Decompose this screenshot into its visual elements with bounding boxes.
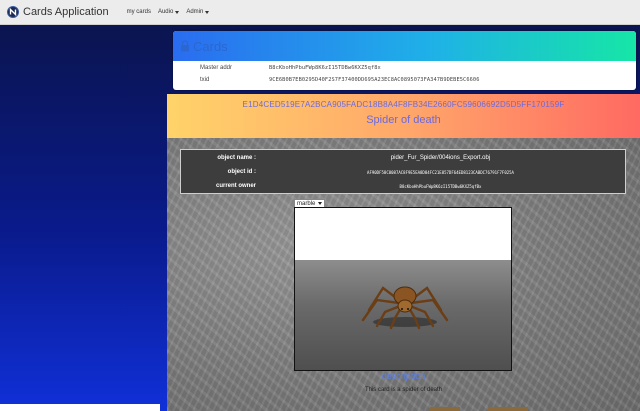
description-text: This card is a spider of death bbox=[364, 387, 443, 393]
lock-icon bbox=[181, 40, 189, 52]
master-addr-value: B8cKboHhPbuFWp8K6zI15TDBw6KXZ5qf8x bbox=[269, 65, 381, 71]
object-info-table: object name : pider_Fur_Spider/004ions_E… bbox=[180, 149, 626, 194]
3d-viewer[interactable] bbox=[294, 207, 512, 371]
description-title: description bbox=[381, 371, 426, 381]
txid-value: 9CE6B0B7EB0295D40F2S7F37400DD695A23EC8AC… bbox=[269, 77, 480, 83]
object-id-value: AF90DF58C8087AC8F9E5EA8D84FC21E857DF64ED… bbox=[367, 169, 514, 175]
chevron-down-icon bbox=[175, 10, 180, 14]
cards-header: Cards bbox=[173, 31, 636, 61]
owner-value: B8cKboHhPbuFWp8K6zI15TDBw6KXZ5qfBx bbox=[399, 183, 482, 189]
brand-title: Cards Application bbox=[23, 6, 109, 18]
nav-admin-label: Admin bbox=[186, 9, 204, 15]
txid-label: txid bbox=[200, 77, 210, 83]
object-id-row: object id : AF90DF58C8087AC8F9E5EA8D84FC… bbox=[181, 166, 625, 178]
owner-row: current owner B8cKboHhPbuFWp8K6zI15TDBw6… bbox=[181, 180, 625, 192]
card-panel: E1D4CED519E7A2BCA905FADC18B8A4F8FB34E266… bbox=[167, 94, 640, 411]
nav-audio-dropdown[interactable]: Audio bbox=[157, 9, 180, 15]
txid-row: txid 9CE6B0B7EB0295D40F2S7F37400DD695A23… bbox=[173, 75, 636, 85]
master-addr-row: Master addr B8cKboHhPbuFWp8K6zI15TDBw6KX… bbox=[173, 63, 636, 73]
next-card-thumbnail[interactable] bbox=[488, 407, 528, 411]
card-header: E1D4CED519E7A2BCA905FADC18B8A4F8FB34E266… bbox=[167, 94, 640, 138]
card-hash: E1D4CED519E7A2BCA905FADC18B8A4F8FB34E266… bbox=[242, 100, 565, 109]
chevron-down-icon bbox=[318, 202, 323, 205]
nav-my-cards[interactable]: my cards bbox=[127, 9, 151, 15]
chevron-down-icon bbox=[205, 10, 210, 14]
object-id-label: object id : bbox=[227, 169, 256, 175]
next-card-thumbnail[interactable] bbox=[430, 407, 460, 411]
nav-my-cards-label: my cards bbox=[126, 9, 151, 15]
object-name-value: pider_Fur_Spider/004ions_Export.obj bbox=[390, 155, 491, 161]
footer-bar bbox=[0, 404, 160, 411]
brand[interactable]: Cards Application bbox=[7, 6, 127, 18]
master-addr-label: Master addr bbox=[200, 65, 233, 71]
card-body: object name : pider_Fur_Spider/004ions_E… bbox=[167, 138, 640, 411]
spider-model bbox=[361, 286, 449, 330]
object-name-row: object name : pider_Fur_Spider/004ions_E… bbox=[181, 152, 625, 164]
owner-label: current owner bbox=[215, 183, 256, 189]
app-logo-icon bbox=[7, 6, 19, 18]
navbar: Cards Application my cards Audio Admin bbox=[0, 0, 640, 25]
card-name: Spider of death bbox=[366, 114, 441, 126]
material-select-value: marble bbox=[297, 200, 316, 207]
object-name-label: object name : bbox=[217, 155, 256, 161]
nav-audio-label: Audio bbox=[157, 9, 174, 15]
cards-title: Cards bbox=[193, 38, 228, 54]
cards-panel: Cards Master addr B8cKboHhPbuFWp8K6zI15T… bbox=[173, 31, 636, 90]
nav-admin-dropdown[interactable]: Admin bbox=[186, 9, 210, 15]
